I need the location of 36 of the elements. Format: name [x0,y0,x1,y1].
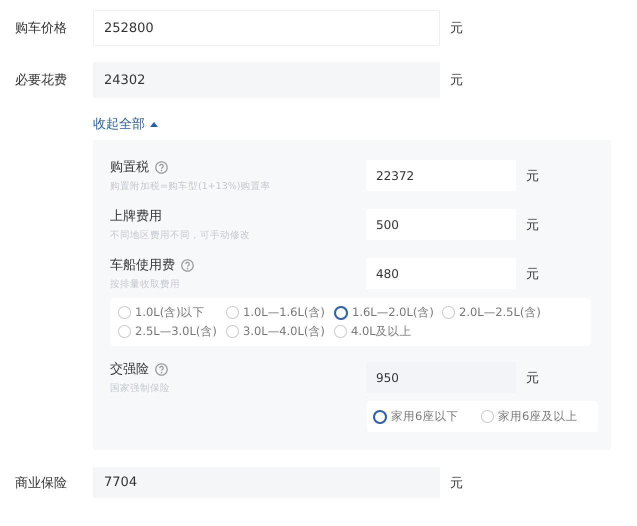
input-field[interactable]: 480 [366,258,516,289]
field-label: 购车价格 [14,20,68,37]
radio-option[interactable]: 2.5L—3.0L(含) [118,324,220,339]
radio-option[interactable]: 1.0L—1.6L(含) [226,305,328,320]
radio-option[interactable]: 4.0L及以上 [334,324,436,339]
field-label: 商业保险 [14,474,68,492]
item-label: 购置税 [110,159,149,176]
field-label: 必要花费 [14,72,68,89]
radio-option[interactable]: 家用6座及以上 [481,409,583,424]
radio-option[interactable]: 1.6L—2.0L(含) [334,305,436,320]
unit-label: 元 [526,168,539,184]
input-field[interactable]: 252800 [93,10,440,46]
input-field[interactable]: 22372 [366,160,516,191]
help-icon[interactable] [181,258,194,272]
unit-label: 元 [526,266,539,282]
radio-option[interactable]: 3.0L—4.0L(含) [226,324,328,339]
unit-label: 元 [526,370,539,386]
input-field[interactable]: 950 [366,362,516,393]
input-field[interactable]: 7704 [93,467,440,498]
help-icon[interactable] [155,160,168,174]
unit-label: 元 [450,474,463,492]
item-label: 车船使用费 [110,257,175,274]
radio-option[interactable]: 1.0L(含)以下 [118,305,220,320]
radio-option[interactable]: 家用6座以下 [373,409,475,424]
radio-icon[interactable] [373,410,387,424]
radio-icon[interactable] [334,306,348,320]
input-field[interactable]: 500 [366,209,516,240]
item-label: 上牌费用 [110,208,162,225]
unit-label: 元 [450,20,463,37]
help-icon[interactable] [155,362,168,376]
unit-label: 元 [526,216,539,234]
input-field[interactable]: 24302 [93,62,440,98]
unit-label: 元 [450,72,463,89]
item-label: 交强险 [110,361,149,378]
collapse-toggle[interactable]: 收起全部 [93,114,158,134]
radio-option[interactable]: 2.0L—2.5L(含) [442,305,544,320]
